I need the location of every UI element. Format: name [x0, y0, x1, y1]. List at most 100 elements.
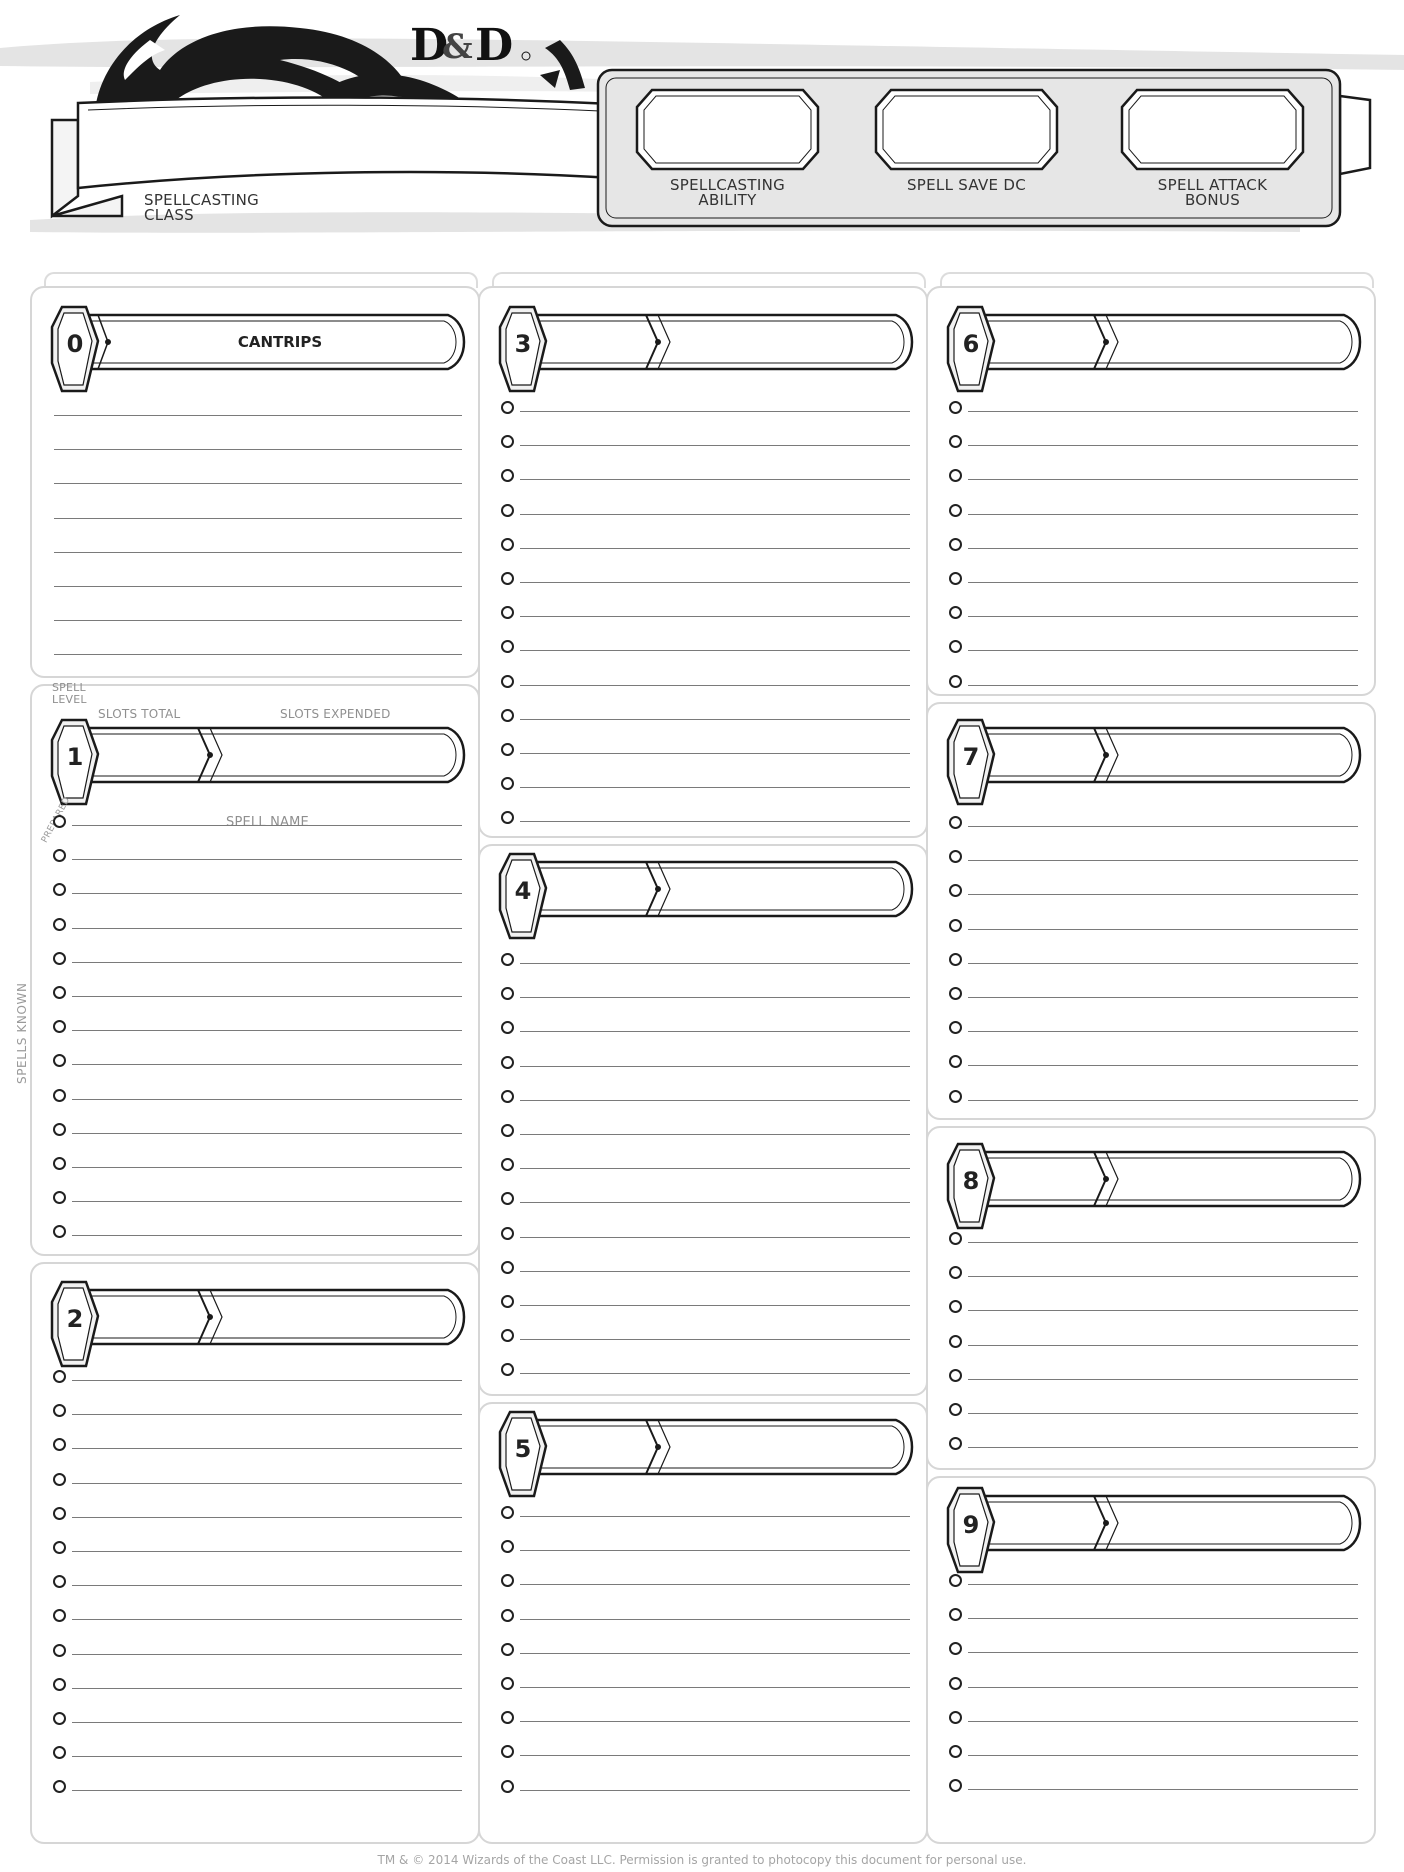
spell-name-line[interactable] [520, 1373, 910, 1375]
spell-name-line[interactable] [72, 1722, 462, 1723]
spell-name-line[interactable] [968, 962, 1358, 964]
spell-name-line[interactable] [968, 547, 1358, 549]
prepared-checkbox[interactable] [949, 674, 962, 688]
slots-total-input[interactable] [538, 1424, 643, 1470]
spell-name-line[interactable] [72, 1167, 462, 1168]
slots-total-input[interactable] [538, 319, 643, 365]
spell-name-line[interactable] [520, 582, 910, 583]
prepared-checkbox[interactable] [53, 1506, 66, 1520]
slots-total-input[interactable] [986, 319, 1091, 365]
prepared-checkbox[interactable] [949, 401, 962, 414]
prepared-checkbox[interactable] [501, 401, 514, 414]
spell-name-line[interactable] [968, 1378, 1358, 1380]
spell-name-line[interactable] [520, 1236, 910, 1238]
prepared-checkbox[interactable] [949, 503, 962, 517]
spell-name-line[interactable] [520, 547, 910, 549]
spell-name-line[interactable] [968, 1755, 1358, 1756]
spell-name-line[interactable] [72, 1448, 462, 1450]
spell-name-line[interactable] [520, 997, 910, 999]
prepared-checkbox[interactable] [949, 1334, 962, 1348]
prepared-checkbox[interactable] [501, 1260, 514, 1274]
spell-name-line[interactable] [520, 1687, 910, 1688]
spell-name-line[interactable] [54, 551, 462, 553]
spell-name-line[interactable] [72, 1132, 462, 1134]
spell-name-line[interactable] [520, 513, 910, 515]
spell-name-line[interactable] [520, 821, 910, 823]
spell-name-line[interactable] [968, 997, 1358, 998]
spell-name-line[interactable] [968, 1344, 1358, 1346]
slots-expended-input[interactable] [226, 1294, 451, 1340]
spell-name-line[interactable] [520, 1065, 910, 1067]
spellcasting-ability-input[interactable] [645, 97, 811, 163]
spell-name-line[interactable] [968, 1242, 1358, 1243]
prepared-checkbox[interactable] [949, 952, 962, 966]
prepared-checkbox[interactable] [949, 572, 962, 585]
spell-name-line[interactable] [54, 654, 462, 656]
prepared-checkbox[interactable] [501, 1124, 514, 1137]
prepared-checkbox[interactable] [501, 572, 514, 585]
prepared-checkbox[interactable] [53, 1712, 66, 1725]
spell-name-line[interactable] [968, 1789, 1358, 1791]
spell-name-line[interactable] [968, 894, 1358, 896]
slots-expended-input[interactable] [1122, 1500, 1347, 1546]
slots-total-input[interactable] [538, 866, 643, 912]
spell-name-line[interactable] [968, 1652, 1358, 1654]
spell-name-line[interactable] [72, 825, 462, 826]
spell-name-line[interactable] [968, 1413, 1358, 1414]
slots-expended-input[interactable] [674, 319, 899, 365]
spell-name-line[interactable] [520, 650, 910, 652]
prepared-checkbox[interactable] [53, 951, 66, 965]
spell-name-line[interactable] [968, 411, 1358, 412]
slots-total-input[interactable] [986, 732, 1091, 778]
prepared-checkbox[interactable] [949, 987, 962, 1000]
spell-name-line[interactable] [968, 1276, 1358, 1278]
prepared-checkbox[interactable] [949, 1745, 962, 1758]
slots-total-input[interactable] [90, 732, 195, 778]
prepared-checkbox[interactable] [501, 1226, 514, 1240]
prepared-checkbox[interactable] [949, 816, 962, 829]
spell-name-line[interactable] [72, 1030, 462, 1032]
spell-name-line[interactable] [968, 1099, 1358, 1101]
spell-name-line[interactable] [72, 1516, 462, 1518]
spell-name-line[interactable] [968, 1618, 1358, 1620]
slots-expended-input[interactable] [1122, 732, 1347, 778]
prepared-checkbox[interactable] [53, 1122, 66, 1136]
spell-name-line[interactable] [520, 1305, 910, 1306]
prepared-checkbox[interactable] [949, 537, 962, 551]
spell-name-line[interactable] [72, 1414, 462, 1416]
spell-name-line[interactable] [54, 415, 462, 416]
prepared-checkbox[interactable] [949, 1710, 962, 1724]
spell-name-line[interactable] [72, 1235, 462, 1237]
spell-name-line[interactable] [520, 684, 910, 686]
spell-name-line[interactable] [968, 1310, 1358, 1312]
prepared-checkbox[interactable] [53, 1088, 66, 1102]
slots-expended-input[interactable] [1122, 319, 1347, 365]
spell-name-line[interactable] [520, 616, 910, 618]
spell-name-line[interactable] [520, 1652, 910, 1654]
spell-name-line[interactable] [520, 753, 910, 754]
prepared-checkbox[interactable] [949, 1574, 962, 1587]
prepared-checkbox[interactable] [53, 1157, 66, 1170]
spell-name-line[interactable] [72, 1064, 462, 1066]
spell-name-line[interactable] [520, 1134, 910, 1135]
spell-name-line[interactable] [54, 517, 462, 519]
prepared-checkbox[interactable] [53, 1472, 66, 1486]
prepared-checkbox[interactable] [949, 918, 962, 932]
spell-name-line[interactable] [72, 1380, 462, 1381]
prepared-checkbox[interactable] [949, 1089, 962, 1103]
slots-total-input[interactable] [90, 1294, 195, 1340]
slots-expended-input[interactable] [226, 732, 451, 778]
spell-name-line[interactable] [72, 1790, 462, 1792]
prepared-checkbox[interactable] [501, 537, 514, 551]
spell-name-line[interactable] [520, 787, 910, 789]
spell-name-line[interactable] [968, 1065, 1358, 1067]
spell-name-line[interactable] [968, 445, 1358, 447]
spell-name-line[interactable] [72, 1585, 462, 1587]
spell-name-line[interactable] [72, 1482, 462, 1484]
spell-name-line[interactable] [54, 586, 462, 587]
spell-name-line[interactable] [968, 826, 1358, 827]
prepared-checkbox[interactable] [501, 708, 514, 722]
spell-name-line[interactable] [520, 1618, 910, 1620]
spell-name-line[interactable] [968, 616, 1358, 618]
spell-name-line[interactable] [72, 1756, 462, 1758]
